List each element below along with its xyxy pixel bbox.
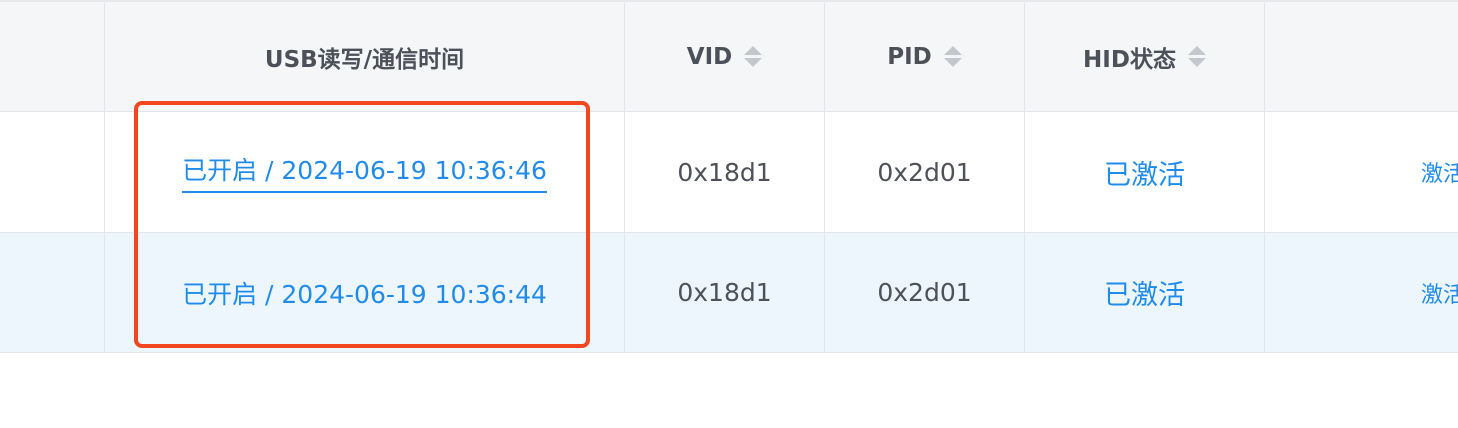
row-cell-leading <box>0 112 105 232</box>
row-cell-usb-time: 已开启 / 2024-06-19 10:36:44 <box>105 233 625 352</box>
sort-icon[interactable] <box>943 46 962 67</box>
hid-status-value: 已激活 <box>1104 159 1185 191</box>
pid-value: 0x2d01 <box>877 157 972 187</box>
header-hid-status-label: HID状态 <box>1083 46 1176 73</box>
header-cell-actions <box>1265 2 1458 111</box>
header-cell-vid[interactable]: VID <box>625 2 825 111</box>
row-cell-vid: 0x18d1 <box>625 233 825 352</box>
sort-icon[interactable] <box>744 46 763 67</box>
table-row: 已开启 / 2024-06-19 10:36:44 0x18d1 0x2d01 … <box>0 233 1458 353</box>
row-cell-actions: 激活 <box>1265 233 1458 352</box>
usb-time-link[interactable]: 已开启 / 2024-06-19 10:36:44 <box>182 275 547 311</box>
hid-status-value: 已激活 <box>1104 280 1185 311</box>
header-cell-hid-status[interactable]: HID状态 <box>1025 2 1265 111</box>
usb-time-link[interactable]: 已开启 / 2024-06-19 10:36:46 <box>182 151 547 193</box>
row-cell-usb-time: 已开启 / 2024-06-19 10:36:46 <box>105 112 625 232</box>
row-cell-hid-status: 已激活 <box>1025 112 1265 232</box>
header-vid-label: VID <box>686 43 733 70</box>
header-cell-usb-time: USB读写/通信时间 <box>105 2 625 111</box>
row-cell-leading <box>0 233 105 352</box>
row-cell-vid: 0x18d1 <box>625 112 825 232</box>
sort-icon[interactable] <box>1187 46 1206 67</box>
row-cell-hid-status: 已激活 <box>1025 233 1265 352</box>
header-cell-pid[interactable]: PID <box>825 2 1025 111</box>
header-usb-time-label: USB读写/通信时间 <box>264 46 465 73</box>
header-pid-label: PID <box>887 43 932 70</box>
activate-link[interactable]: 激活 <box>1421 156 1458 188</box>
pid-value: 0x2d01 <box>877 278 972 307</box>
vid-value: 0x18d1 <box>677 157 772 187</box>
row-cell-pid: 0x2d01 <box>825 233 1025 352</box>
vid-value: 0x18d1 <box>677 278 772 307</box>
row-cell-actions: 激活 <box>1265 112 1458 232</box>
activate-link[interactable]: 激活 <box>1421 277 1458 309</box>
header-cell-leading <box>0 2 105 111</box>
table-row: 已开启 / 2024-06-19 10:36:46 0x18d1 0x2d01 … <box>0 112 1458 233</box>
row-cell-pid: 0x2d01 <box>825 112 1025 232</box>
table-header: USB读写/通信时间 VID PID HID状态 <box>0 0 1458 112</box>
